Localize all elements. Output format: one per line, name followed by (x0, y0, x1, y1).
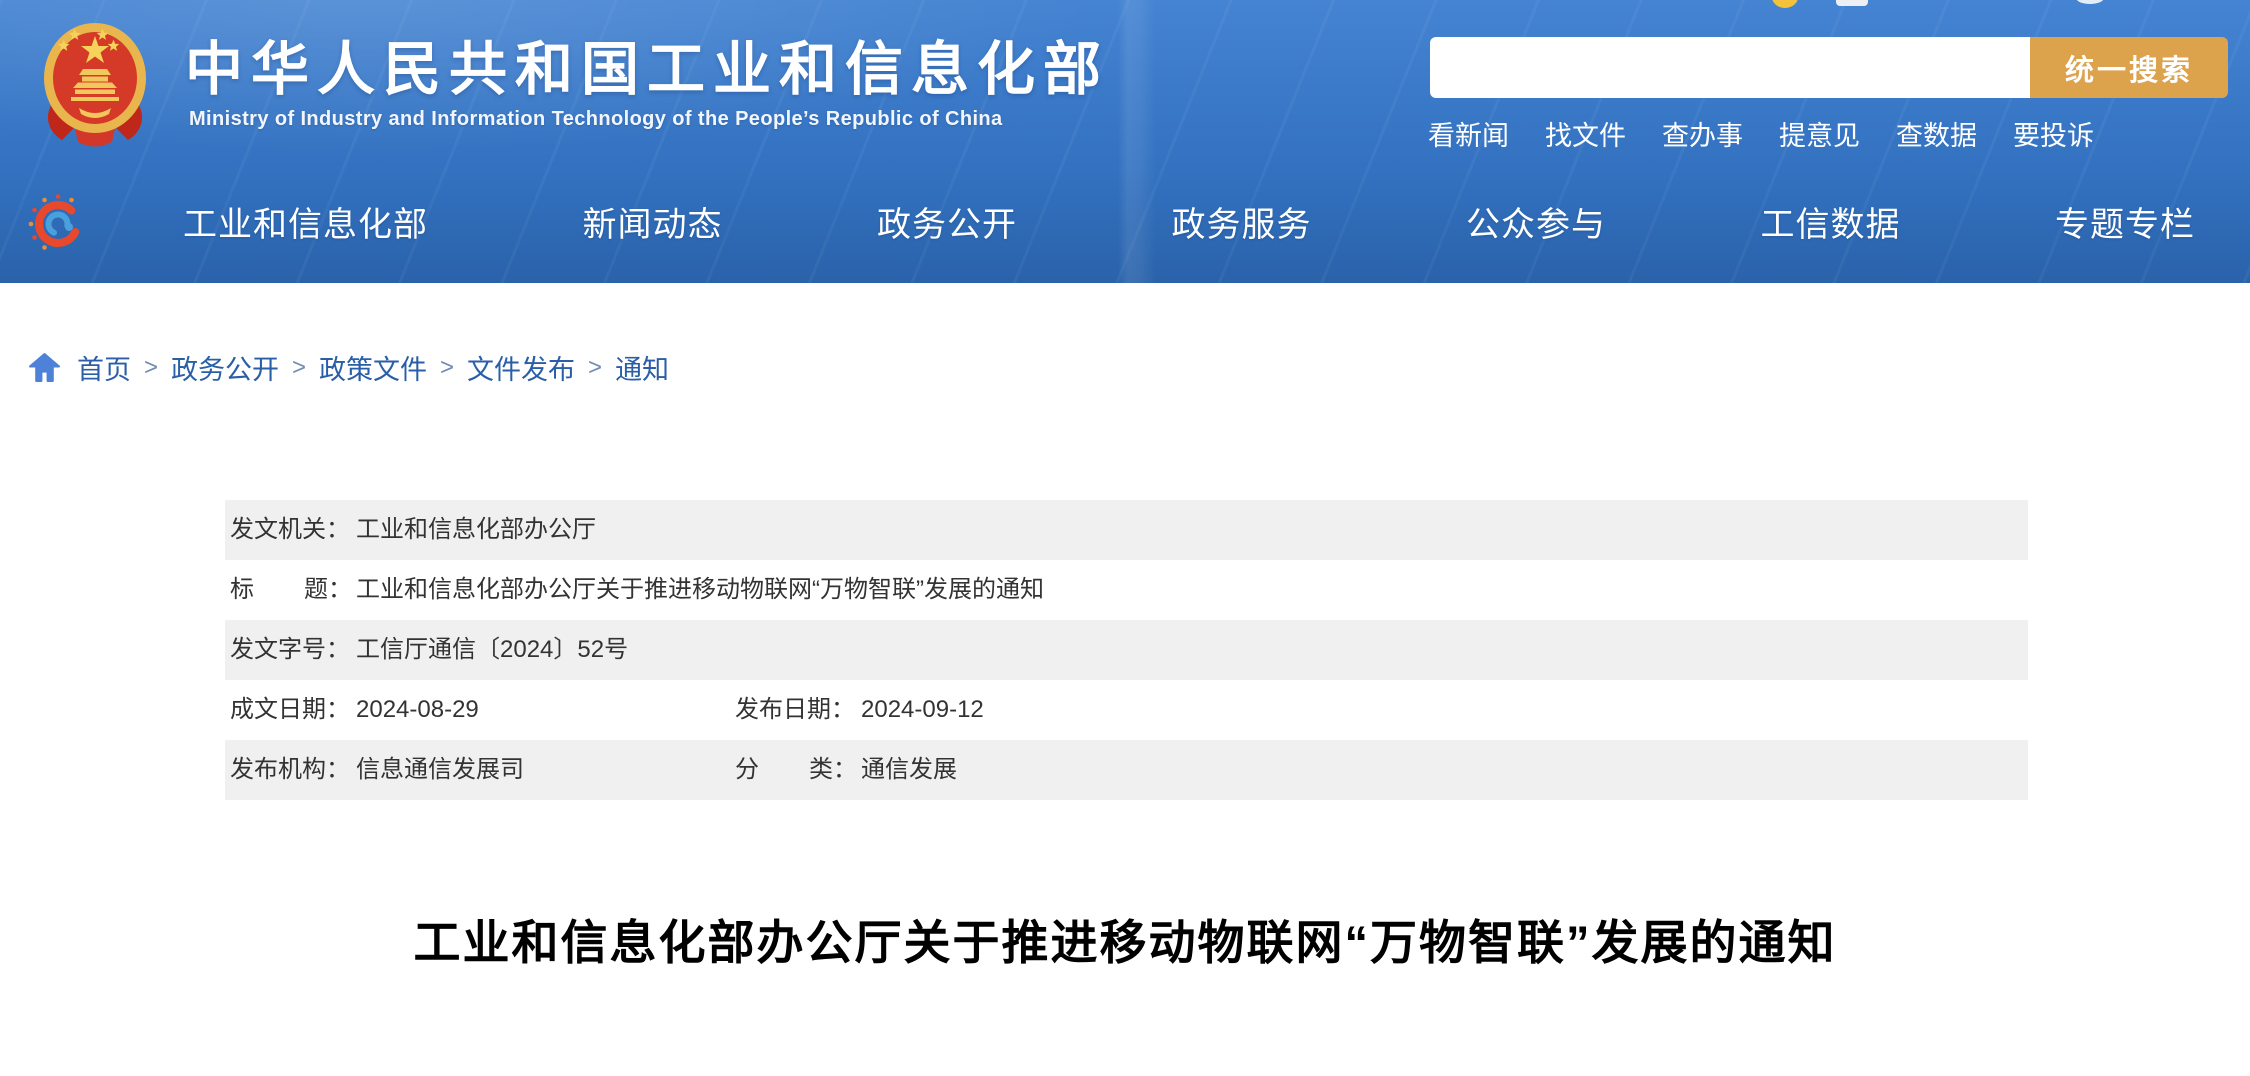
home-icon[interactable] (29, 353, 60, 382)
quick-links: 看新闻 找文件 查办事 提意见 查数据 要投诉 (1428, 114, 2094, 153)
site-header: 中华人民共和国工业和信息化部 Ministry of Industry and … (0, 0, 2250, 283)
topbar-partial-icon-1 (1772, 0, 1798, 8)
breadcrumb-separator: > (144, 354, 158, 382)
meta-value: 工业和信息化部办公厅 (356, 516, 596, 543)
page: 中华人民共和国工业和信息化部 Ministry of Industry and … (0, 0, 2250, 1076)
meta-label: 分 类： (735, 740, 857, 800)
site-subtitle-en: Ministry of Industry and Information Tec… (189, 108, 1003, 131)
meta-label: 标 题： (230, 560, 352, 620)
national-emblem-icon (38, 16, 152, 154)
meta-value: 工业和信息化部办公厅关于推进移动物联网“万物智联”发展的通知 (356, 576, 1044, 603)
breadcrumb-gov-open[interactable]: 政务公开 (171, 348, 279, 387)
breadcrumb: 首页 > 政务公开 > 政策文件 > 文件发布 > 通知 (29, 348, 669, 387)
article-title: 工业和信息化部办公厅关于推进移动物联网“万物智联”发展的通知 (0, 904, 2250, 973)
quick-link-services[interactable]: 查办事 (1662, 114, 1743, 153)
meta-value: 通信发展 (861, 756, 957, 783)
quick-link-complaint[interactable]: 要投诉 (2013, 114, 2094, 153)
topbar-partial-icon-2 (1836, 0, 1868, 6)
breadcrumb-separator: > (292, 354, 306, 382)
doc-meta-row-publisher-category: 发布机构： 信息通信发展司 分 类： 通信发展 (225, 740, 2028, 800)
doc-meta-row-issuing-agency: 发文机关： 工业和信息化部办公厅 (225, 500, 2028, 560)
nav-item-news[interactable]: 新闻动态 (583, 202, 723, 248)
nav-item-data[interactable]: 工信数据 (1761, 202, 1901, 248)
doc-meta-row-doc-number: 发文字号： 工信厅通信〔2024〕52号 (225, 620, 2028, 680)
meta-value: 信息通信发展司 (356, 756, 524, 783)
meta-value: 2024-08-29 (356, 696, 479, 723)
nav-item-services[interactable]: 政务服务 (1172, 202, 1312, 248)
meta-label: 成文日期： (230, 680, 352, 740)
meta-label: 发文机关： (230, 500, 352, 560)
breadcrumb-release[interactable]: 文件发布 (467, 348, 575, 387)
site-title[interactable]: 中华人民共和国工业和信息化部 (185, 22, 1109, 106)
search-button[interactable]: 统一搜索 (2030, 37, 2228, 98)
search-input[interactable] (1430, 37, 2030, 98)
meta-label: 发布机构： (230, 740, 352, 800)
meta-value: 工信厅通信〔2024〕52号 (356, 636, 628, 663)
breadcrumb-separator: > (588, 354, 602, 382)
nav-item-special[interactable]: 专题专栏 (2055, 202, 2195, 248)
topbar-partial-icon-3 (2076, 0, 2104, 4)
breadcrumb-home[interactable]: 首页 (77, 348, 131, 387)
quick-link-news[interactable]: 看新闻 (1428, 114, 1509, 153)
quick-link-feedback[interactable]: 提意见 (1779, 114, 1860, 153)
breadcrumb-notice[interactable]: 通知 (615, 348, 669, 387)
meta-label: 发文字号： (230, 620, 352, 680)
nav-item-gov-open[interactable]: 政务公开 (877, 202, 1017, 248)
quick-link-documents[interactable]: 找文件 (1545, 114, 1626, 153)
breadcrumb-policy[interactable]: 政策文件 (319, 348, 427, 387)
miit-logo-icon (28, 194, 88, 254)
doc-meta-row-title: 标 题： 工业和信息化部办公厅关于推进移动物联网“万物智联”发展的通知 (225, 560, 2028, 620)
nav-item-public[interactable]: 公众参与 (1466, 202, 1606, 248)
doc-meta-row-dates: 成文日期： 2024-08-29 发布日期： 2024-09-12 (225, 680, 2028, 740)
quick-link-data[interactable]: 查数据 (1896, 114, 1977, 153)
breadcrumb-separator: > (440, 354, 454, 382)
doc-meta-table: 发文机关： 工业和信息化部办公厅 标 题： 工业和信息化部办公厅关于推进移动物联… (225, 500, 2028, 800)
meta-label: 发布日期： (735, 680, 857, 740)
nav-item-miit[interactable]: 工业和信息化部 (183, 202, 428, 248)
meta-value: 2024-09-12 (861, 696, 984, 723)
main-nav: 工业和信息化部 新闻动态 政务公开 政务服务 公众参与 工信数据 专题专栏 (183, 202, 2195, 248)
